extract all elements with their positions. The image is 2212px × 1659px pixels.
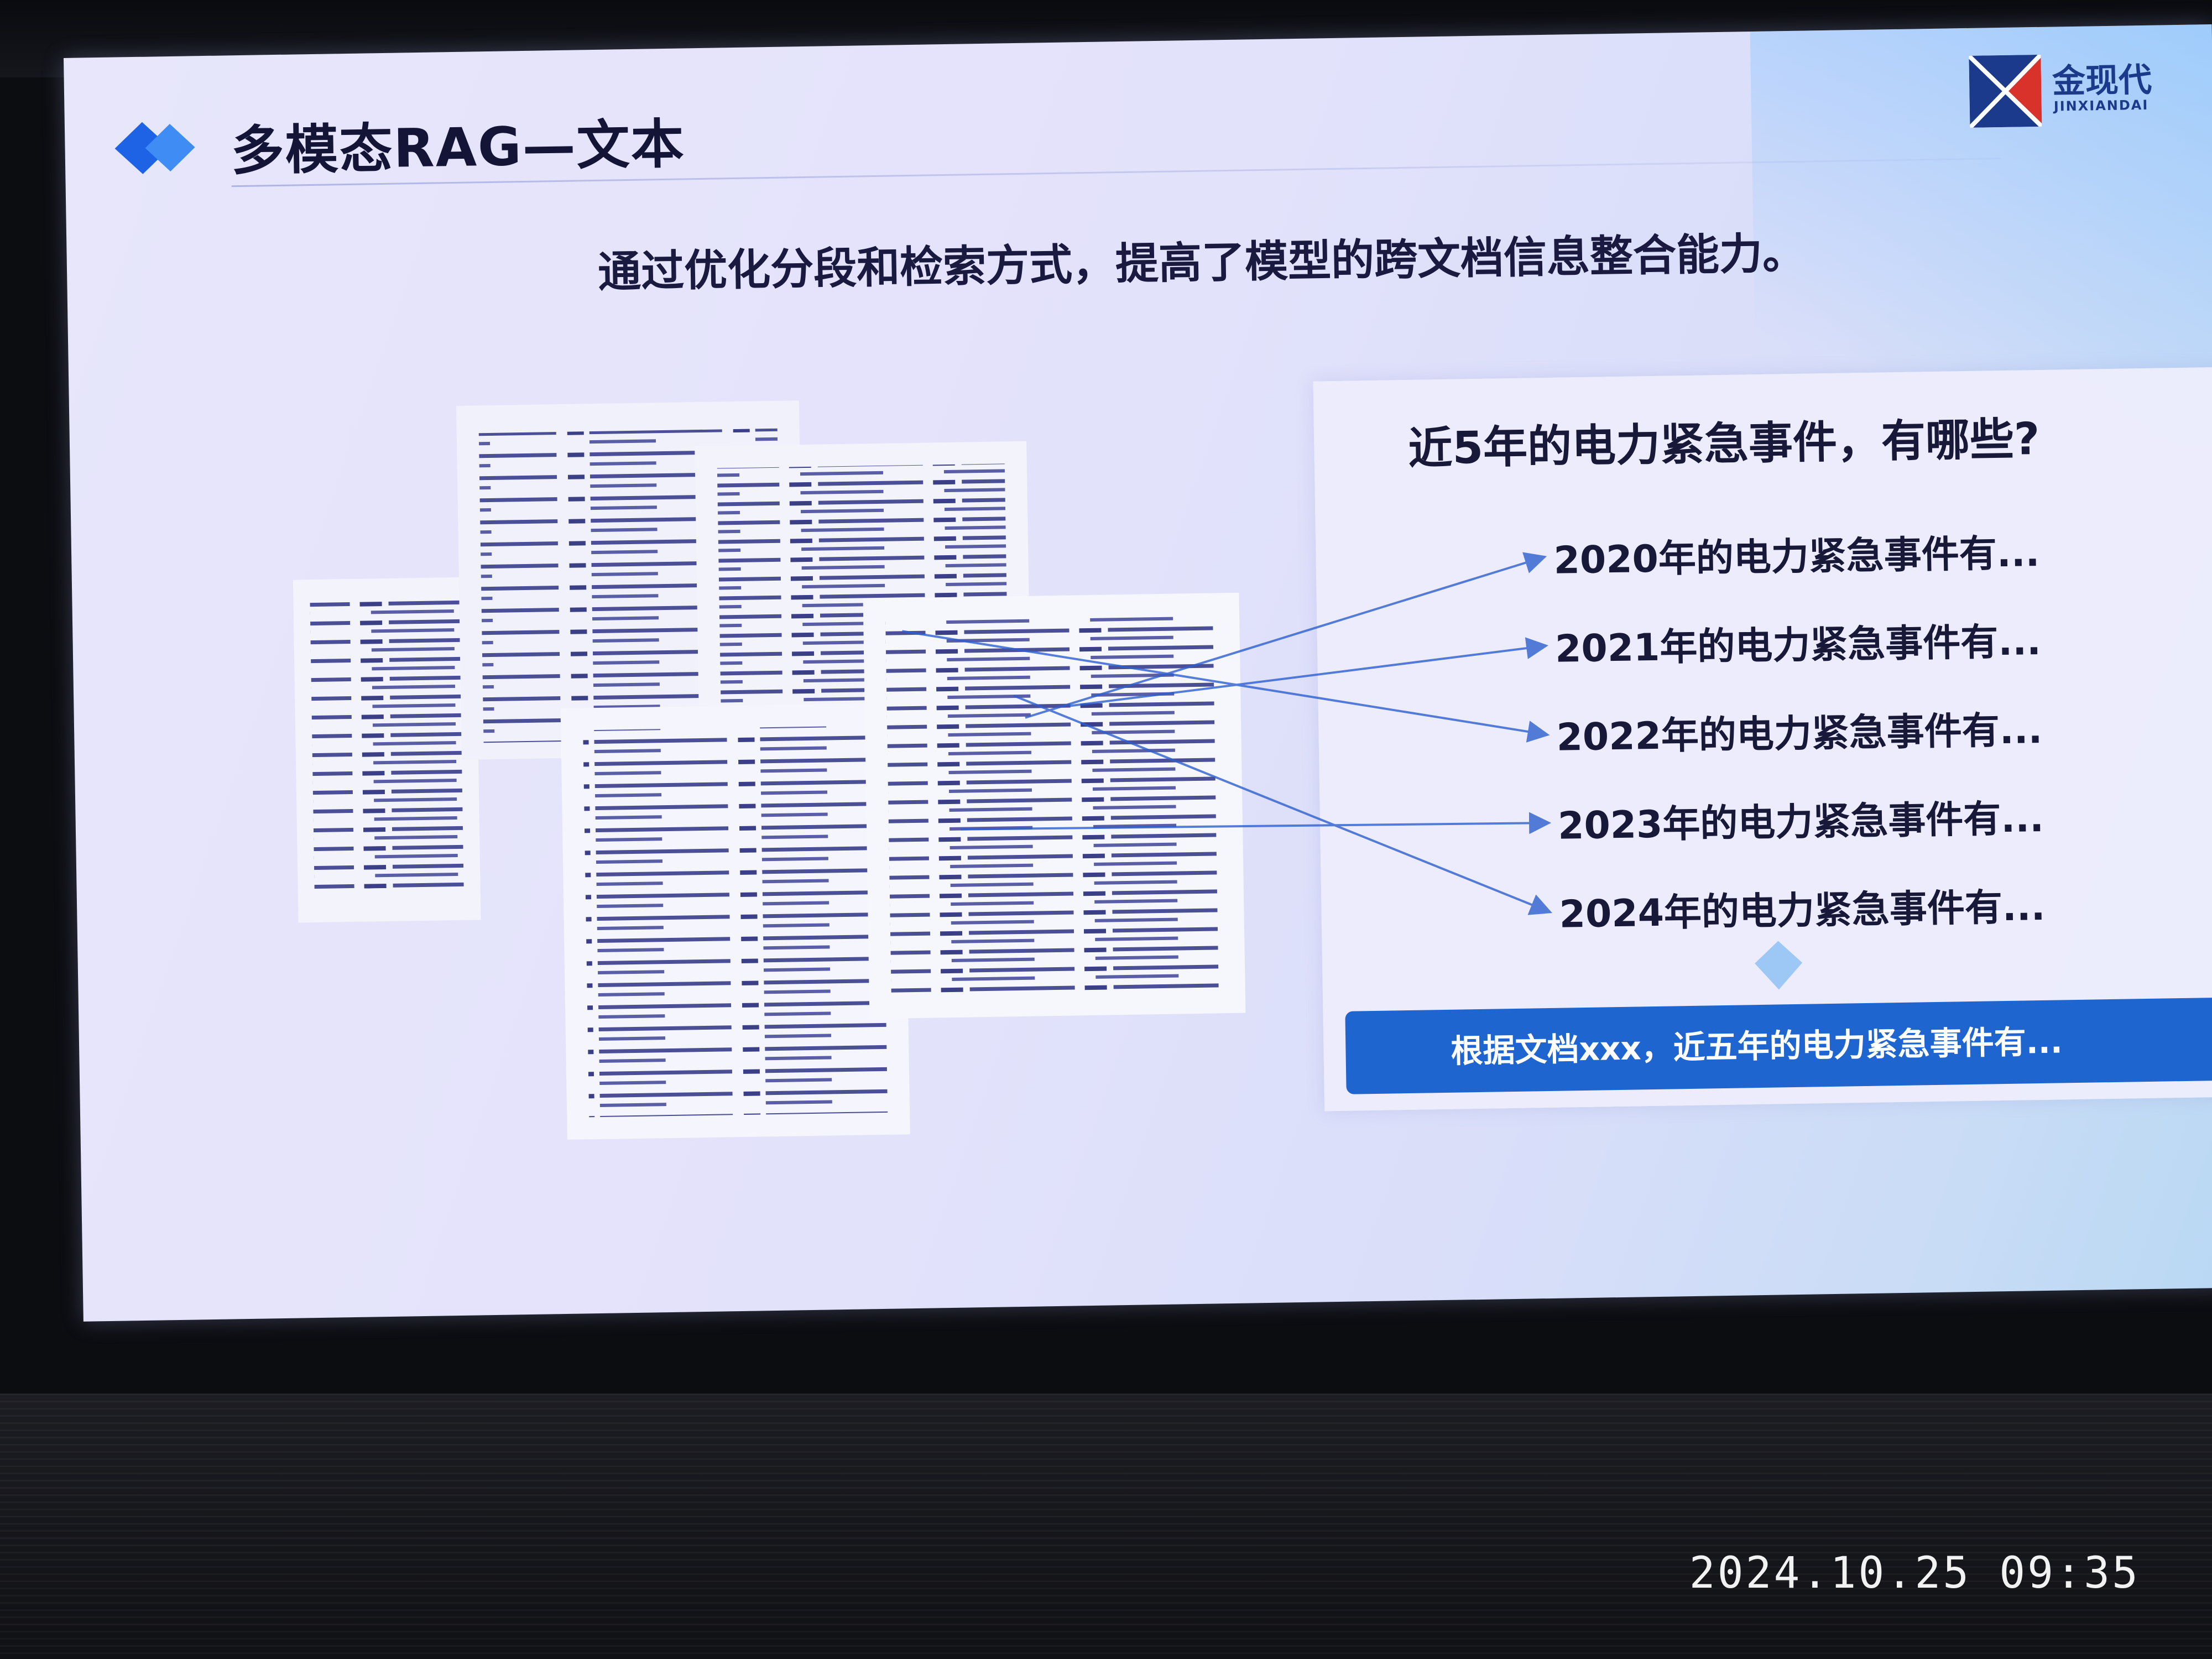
answer-item-2020: 2020年的电力紧急事件有...	[1553, 531, 2040, 583]
connector-lines	[902, 552, 1552, 915]
down-arrow-icon	[1755, 941, 1803, 990]
photo-timestamp: 2024.10.25 09:35	[1689, 1548, 2140, 1598]
answer-item-2021: 2021年的电力紧急事件有...	[1554, 619, 2042, 671]
projected-slide: 多模态RAG—文本 金现代 JINXIANDAI 通过优化分段和检索方式，提高了…	[64, 24, 2212, 1322]
answer-item-2023: 2023年的电力紧急事件有...	[1557, 796, 2044, 848]
room-wall-below-screen	[0, 1394, 2212, 1659]
answer-summary-bar: 根据文档xxx，近五年的电力紧急事件有...	[1345, 997, 2212, 1094]
retrieval-connectors	[902, 552, 1552, 915]
answer-item-2024: 2024年的电力紧急事件有...	[1559, 885, 2046, 937]
query-text: 近5年的电力紧急事件，有哪些?	[1407, 413, 2041, 474]
answer-item-2022: 2022年的电力紧急事件有...	[1556, 708, 2043, 760]
